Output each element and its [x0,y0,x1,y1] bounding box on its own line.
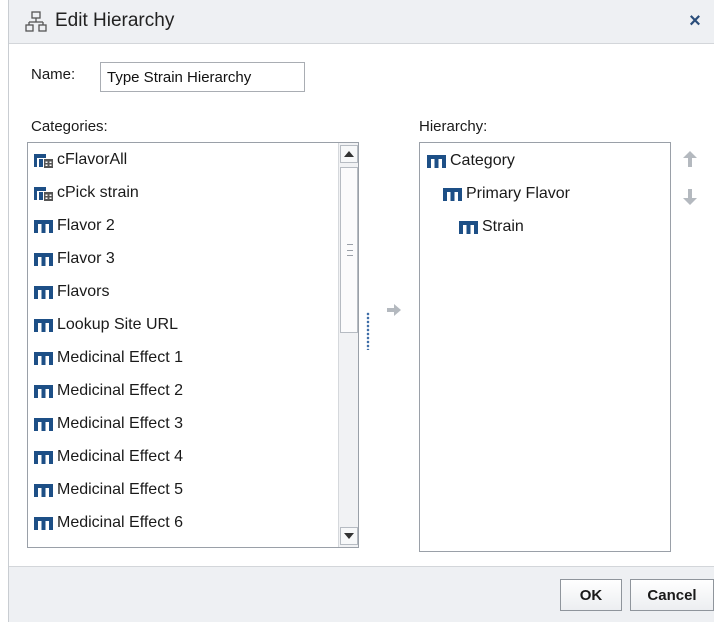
dialog-footer: OK Cancel [9,566,714,622]
grip-icon [347,244,353,256]
category-icon [34,450,53,464]
category-item-label: Medicinal Effect [57,547,170,548]
add-to-hierarchy-arrow-icon[interactable] [386,302,402,318]
calculated-category-icon [34,186,53,201]
hierarchy-item-label: Category [450,152,515,169]
category-item-label: Medicinal Effect 1 [57,348,183,366]
category-icon [34,219,53,233]
hierarchy-item-label: Strain [482,218,524,235]
category-icon [34,483,53,497]
hierarchy-item-label: Primary Flavor [466,185,571,202]
category-icon [34,351,53,365]
move-down-arrow-icon[interactable] [682,188,698,206]
category-icon [34,252,53,266]
calculated-category-icon [34,153,53,168]
category-item-label: Medicinal Effect 2 [57,381,183,399]
hierarchy-item[interactable]: Primary Flavor [442,179,570,209]
hierarchy-icon [25,11,47,32]
category-icon [443,188,462,201]
category-icon [459,221,478,234]
cancel-button[interactable]: Cancel [630,579,714,611]
category-icon [33,547,55,549]
name-label: Name: [31,66,76,83]
hierarchy-list[interactable]: Category Primary Flavor Strain [419,142,671,552]
category-item[interactable]: Flavor 3 [28,242,338,275]
category-item[interactable]: Medicinal Effect 1 [28,341,338,374]
triangle-down-icon [344,533,354,539]
category-item[interactable]: Medicinal Effect [28,539,338,548]
scroll-up-button[interactable] [340,145,358,163]
hierarchy-item[interactable]: Strain [458,212,524,242]
category-item[interactable]: Flavor 2 [28,209,338,242]
scrollbar-thumb[interactable] [340,167,358,333]
name-input[interactable] [100,62,305,92]
category-icon [34,516,53,530]
hierarchy-label: Hierarchy: [419,118,488,135]
edit-hierarchy-dialog: Edit Hierarchy × Name: Categories: Hiera… [8,0,714,622]
category-item-label: cFlavorAll [57,150,128,168]
category-item-label: Medicinal Effect 6 [57,513,183,531]
category-item[interactable]: Medicinal Effect 5 [28,473,338,506]
category-item-label: Flavor 2 [57,216,115,234]
category-item-label: Lookup Site URL [57,315,178,333]
category-item-label: Flavor 3 [57,249,115,267]
dialog-title: Edit Hierarchy [55,10,175,31]
triangle-up-icon [344,151,354,157]
categories-label: Categories: [31,118,108,135]
close-button[interactable]: × [683,8,707,34]
category-item[interactable]: Medicinal Effect 3 [28,407,338,440]
category-icon [34,384,53,398]
pane-splitter[interactable] [366,312,370,350]
category-item-label: cPick strain [57,183,139,201]
category-icon [34,285,53,299]
dialog-titlebar: Edit Hierarchy × [9,0,714,44]
categories-scrollbar[interactable] [338,143,358,547]
category-icon [34,417,53,431]
category-icon [427,155,446,168]
category-item[interactable]: Flavors [28,275,338,308]
category-item[interactable]: Medicinal Effect 2 [28,374,338,407]
ok-button[interactable]: OK [560,579,622,611]
category-item-label: Flavors [57,282,110,300]
categories-items: cFlavorAll cPick strain Flavor 2 Flavor 3 Fl… [28,143,338,548]
hierarchy-item[interactable]: Category [426,146,515,176]
category-item[interactable]: Lookup Site URL [28,308,338,341]
move-up-arrow-icon[interactable] [682,150,698,168]
category-item[interactable]: Medicinal Effect 6 [28,506,338,539]
category-item-label: Medicinal Effect 5 [57,480,183,498]
category-item-label: Medicinal Effect 3 [57,414,183,432]
category-item-label: Medicinal Effect 4 [57,447,183,465]
category-item[interactable]: Medicinal Effect 4 [28,440,338,473]
scroll-down-button[interactable] [340,527,358,545]
category-item[interactable]: cPick strain [28,176,338,209]
category-item[interactable]: cFlavorAll [28,143,338,176]
category-icon [34,318,53,332]
categories-list[interactable]: cFlavorAll cPick strain Flavor 2 Flavor 3 Fl… [27,142,359,548]
